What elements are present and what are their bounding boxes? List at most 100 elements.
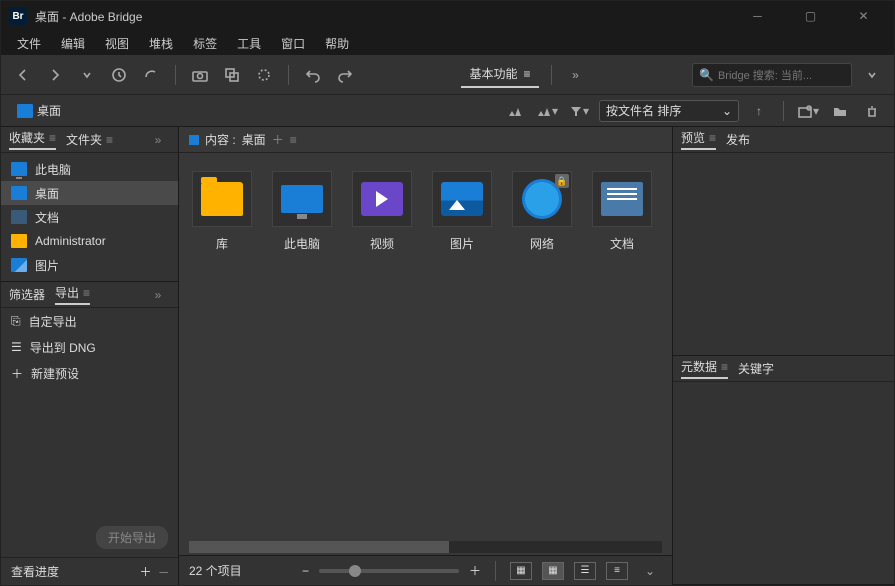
remove-button[interactable]: ─	[159, 565, 168, 579]
view-grid-lock-button[interactable]: ▦	[510, 562, 532, 580]
export-icon: ⎘	[11, 314, 21, 329]
content-header: 内容 : 桌面 ＋ ≡	[179, 127, 672, 153]
menu-view[interactable]: 视图	[97, 33, 137, 54]
lock-icon: 🔒	[555, 174, 569, 188]
menu-edit[interactable]: 编辑	[53, 33, 93, 54]
nav-recent-dropdown[interactable]	[75, 63, 99, 87]
menu-icon: ≡	[49, 131, 56, 145]
add-button[interactable]: ＋	[139, 563, 151, 580]
rating-filter-dropdown[interactable]: ▾	[535, 99, 559, 123]
item-label: 视频	[370, 235, 394, 252]
boomerang-icon[interactable]	[139, 63, 163, 87]
camera-import-button[interactable]	[188, 63, 212, 87]
more-workspaces-button[interactable]: »	[564, 63, 588, 87]
content-header-location: 桌面	[242, 131, 266, 148]
tab-filter[interactable]: 筛选器	[9, 286, 45, 303]
open-recent-button[interactable]: ▾	[796, 99, 820, 123]
maximize-button[interactable]: ▢	[788, 1, 833, 31]
grid-item-network[interactable]: 🔒 网络	[505, 167, 579, 267]
search-input[interactable]: 🔍 Bridge 搜索: 当前...	[692, 63, 852, 87]
export-label: 新建预设	[31, 365, 79, 382]
tab-preview[interactable]: 预览≡	[681, 129, 716, 150]
start-export-button[interactable]: 开始导出	[96, 526, 168, 549]
menu-label[interactable]: 标签	[185, 33, 225, 54]
view-progress-button[interactable]: 查看进度	[11, 563, 59, 580]
tab-keywords-label: 关键字	[738, 360, 774, 377]
preview-panel: 预览≡ 发布	[673, 127, 894, 356]
favorite-item-pictures[interactable]: 图片	[1, 253, 178, 277]
refine-button[interactable]	[252, 63, 276, 87]
tab-keywords[interactable]: 关键字	[738, 360, 774, 377]
breadcrumb[interactable]: 桌面	[11, 100, 67, 121]
plus-icon[interactable]: ＋	[272, 131, 284, 148]
grid-item-image[interactable]: 图片	[425, 167, 499, 267]
menu-file[interactable]: 文件	[9, 33, 49, 54]
view-grid-button[interactable]: ▦	[542, 562, 564, 580]
menu-stack[interactable]: 堆栈	[141, 33, 181, 54]
folder-icon	[11, 234, 27, 248]
item-label: 网络	[530, 235, 554, 252]
nav-forward-button[interactable]	[43, 63, 67, 87]
panel-overflow-button[interactable]: »	[146, 283, 170, 307]
panel-overflow-button[interactable]: »	[146, 128, 170, 152]
tab-export[interactable]: 导出≡	[55, 284, 90, 305]
item-label: 此电脑	[284, 235, 320, 252]
tab-publish-label: 发布	[726, 131, 750, 148]
tab-favorites[interactable]: 收藏夹 ≡	[9, 129, 56, 150]
grid-item-video[interactable]: 视频	[345, 167, 419, 267]
menu-help[interactable]: 帮助	[317, 33, 357, 54]
horizontal-scrollbar[interactable]	[189, 541, 662, 553]
zoom-in-button[interactable]: ＋	[469, 562, 481, 579]
export-new-preset[interactable]: ＋ 新建预设	[1, 360, 178, 386]
plus-icon: ＋	[11, 365, 23, 382]
sort-direction-button[interactable]: ↑	[747, 99, 771, 123]
main-toolbar: 基本功能 ≡ » 🔍 Bridge 搜索: 当前...	[1, 55, 894, 95]
favorite-item-admin[interactable]: Administrator	[1, 229, 178, 253]
undo-button[interactable]	[301, 63, 325, 87]
tab-publish[interactable]: 发布	[726, 131, 750, 148]
history-button[interactable]	[107, 63, 131, 87]
nav-back-button[interactable]	[11, 63, 35, 87]
favorite-item-documents[interactable]: 文档	[1, 205, 178, 229]
tab-metadata[interactable]: 元数据≡	[681, 358, 728, 379]
grid-item-documents[interactable]: 文档	[585, 167, 659, 267]
grid-item-library[interactable]: 库	[185, 167, 259, 267]
export-dng[interactable]: ☰导出到 DNG	[1, 334, 178, 360]
left-lower-tabs: 筛选器 导出≡ »	[1, 282, 178, 308]
tab-metadata-label: 元数据	[681, 358, 717, 375]
chevron-down-icon: ⌄	[722, 104, 732, 118]
zoom-slider[interactable]	[319, 569, 459, 573]
view-dropdown[interactable]: ⌄	[638, 559, 662, 583]
filter-button[interactable]: ▾	[567, 99, 591, 123]
workspace-selector[interactable]: 基本功能 ≡	[461, 61, 538, 88]
search-placeholder: Bridge 搜索: 当前...	[718, 67, 812, 83]
redo-button[interactable]	[333, 63, 357, 87]
export-label: 导出到 DNG	[30, 339, 96, 356]
rating-filter-icon[interactable]	[503, 99, 527, 123]
favorite-item-desktop[interactable]: 桌面	[1, 181, 178, 205]
content-header-prefix: 内容 :	[205, 131, 236, 148]
view-detail-button[interactable]: ☰	[574, 562, 596, 580]
thumbnail-grid[interactable]: 库 此电脑 视频 图片 🔒 网络 文档	[179, 153, 672, 541]
tab-favorites-label: 收藏夹	[9, 129, 45, 146]
export-custom[interactable]: ⎘自定导出	[1, 308, 178, 334]
view-list-button[interactable]: ≡	[606, 562, 628, 580]
left-column: 收藏夹 ≡ 文件夹≡ » 此电脑 桌面 文档 Administrator 图片 筛…	[1, 127, 179, 585]
menu-window[interactable]: 窗口	[273, 33, 313, 54]
delete-button[interactable]	[860, 99, 884, 123]
folder-icon	[11, 186, 27, 200]
favorite-item-thispc[interactable]: 此电脑	[1, 157, 178, 181]
search-dropdown[interactable]	[860, 63, 884, 87]
batch-button[interactable]	[220, 63, 244, 87]
close-button[interactable]: ✕	[841, 1, 886, 31]
sort-selector[interactable]: 按文件名 排序 ⌄	[599, 100, 739, 122]
minimize-button[interactable]: ─	[735, 1, 780, 31]
zoom-out-button[interactable]: −	[302, 564, 309, 578]
menu-tools[interactable]: 工具	[229, 33, 269, 54]
separator	[551, 65, 552, 85]
tab-folders[interactable]: 文件夹≡	[66, 131, 113, 148]
content-panel: 内容 : 桌面 ＋ ≡ 库 此电脑 视频 图片 🔒网络 文档 22 个项目 − …	[179, 127, 672, 585]
grid-item-thispc[interactable]: 此电脑	[265, 167, 339, 267]
new-folder-button[interactable]	[828, 99, 852, 123]
menu-icon[interactable]: ≡	[290, 133, 297, 147]
